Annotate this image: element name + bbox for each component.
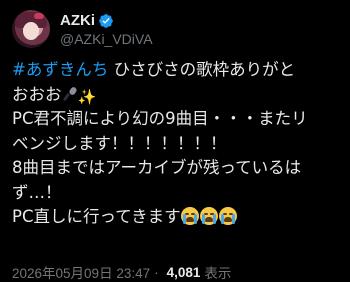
loudly-crying-face-emoji-icon (199, 207, 218, 225)
text-line-4: ベンジします！！！！！！！ (12, 133, 227, 153)
name-row: AZKi (60, 12, 153, 30)
tweet-header: AZKi @AZKi_VDiVA (12, 10, 153, 48)
author-handle[interactable]: @AZKi_VDiVA (60, 31, 153, 47)
tweet-card: AZKi @AZKi_VDiVA #あずきんち ひさびさの歌枠ありがと おおお ✨… (0, 0, 350, 282)
verified-badge-icon[interactable] (98, 13, 114, 29)
text-segment: PC直しに行ってきます (12, 207, 181, 226)
avatar-bow (34, 13, 44, 19)
text-line-1: #あずきんち ひさびさの歌枠ありがと (12, 58, 342, 83)
avatar[interactable] (12, 10, 50, 48)
text-segment: ひさびさの歌枠ありがと (108, 60, 296, 79)
microphone-emoji-icon (62, 85, 78, 101)
views-label: 表示 (204, 266, 232, 281)
views-count[interactable]: 4,081 (167, 265, 201, 280)
loudly-crying-face-emoji-icon (218, 207, 237, 225)
text-line-5: 8曲目まではアーカイブが残っているは (12, 158, 302, 177)
text-segment: おおお (12, 84, 62, 104)
text-line-7: PC直しに行ってきます (12, 205, 342, 230)
sparkles-emoji-icon: ✨ (77, 87, 97, 106)
loudly-crying-face-emoji-icon (180, 207, 199, 225)
author-display-name[interactable]: AZKi (60, 12, 95, 29)
text-line-3: PC君不調により幻の9曲目・・・またリ (12, 109, 308, 128)
text-line-6: ず…！ (12, 182, 62, 202)
tweet-text: #あずきんち ひさびさの歌枠ありがと おおお ✨ PC君不調により幻の9曲目・・・… (12, 58, 342, 230)
tweet-timestamp[interactable]: 2026年05月09日 23:47 (12, 262, 150, 282)
meta-separator: · (154, 264, 159, 280)
avatar-face (23, 22, 39, 40)
hashtag-link[interactable]: #あずきんち (12, 60, 108, 79)
author-names: AZKi @AZKi_VDiVA (60, 12, 153, 47)
tweet-meta: 2026年05月09日 23:47 · 4,081 表示 (12, 262, 231, 282)
text-line-2: おおお ✨ (12, 83, 342, 108)
